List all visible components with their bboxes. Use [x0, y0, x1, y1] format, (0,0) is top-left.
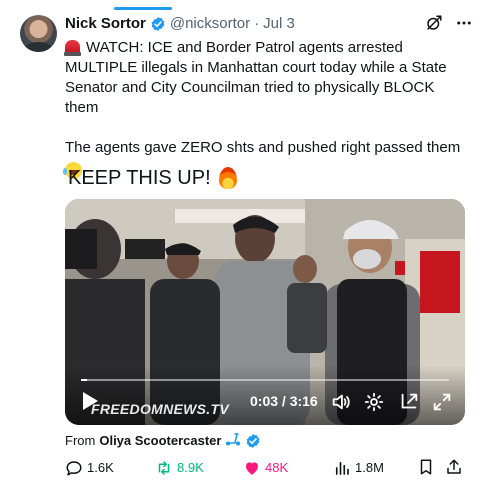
tweet-date[interactable]: Jul 3 [263, 14, 295, 34]
author-display-name[interactable]: Nick Sortor [65, 14, 146, 34]
tweet-header: Nick Sortor @nicksortor · Jul 3 [65, 14, 295, 34]
verified-badge-icon[interactable] [150, 16, 166, 32]
reply-count: 1.6K [87, 460, 114, 475]
heart-icon [246, 462, 258, 475]
settings-gear-icon[interactable] [363, 391, 385, 413]
views-button[interactable]: 1.8M [333, 458, 384, 478]
tweet-body: WATCH: ICE and Border Patrol agents arre… [63, 38, 470, 182]
retweet-button[interactable]: 8.9K [155, 458, 204, 478]
retweet-icon [158, 461, 170, 475]
header-actions [425, 14, 473, 32]
tweet[interactable]: Nick Sortor @nicksortor · Jul 3 WATCH: I… [0, 0, 495, 500]
volume-icon[interactable] [330, 391, 352, 413]
bookmark-icon [420, 459, 432, 475]
grok-icon[interactable] [425, 14, 443, 32]
tweet-text-line-2: The agents gave ZERO shts and pushed rig… [65, 139, 461, 156]
tab-indicator [114, 7, 172, 10]
bookmark-button[interactable] [417, 458, 435, 476]
video-watermark: FREEDOMNEWS.TV [91, 401, 229, 417]
reply-button[interactable]: 1.6K [65, 458, 114, 478]
video-attribution: From Oliya Scootercaster [65, 432, 261, 450]
tweet-text-line-3: KEEP THIS UP! [68, 167, 211, 189]
pop-out-icon[interactable] [398, 391, 420, 413]
siren-emoji-icon [64, 40, 81, 56]
source-verified-badge-icon[interactable] [245, 433, 261, 449]
tweet-text-paragraph-1: WATCH: ICE and Border Patrol agents arre… [64, 38, 470, 118]
video-player[interactable]: FREEDOMNEWS.TV 0:03 / 3:16 [65, 199, 465, 425]
tweet-text-keep-line: KEEP THIS UP! [68, 166, 237, 190]
separator-dot: · [254, 15, 260, 32]
like-count: 48K [265, 460, 289, 475]
views-icon [335, 461, 349, 475]
author-handle[interactable]: @nicksortor [170, 14, 250, 34]
more-horizontal-icon[interactable] [455, 14, 473, 32]
video-progress-bar[interactable] [81, 379, 449, 381]
views-count: 1.8M [355, 460, 384, 475]
avatar[interactable] [20, 15, 57, 52]
retweet-count: 8.9K [177, 460, 204, 475]
attribution-prefix: From [65, 433, 96, 448]
fire-emoji-icon [218, 167, 237, 189]
scooter-emoji-icon [225, 432, 241, 450]
tweet-text-line-1: WATCH: ICE and Border Patrol agents arre… [65, 39, 447, 116]
avatar-shirt [24, 42, 53, 52]
like-button[interactable]: 48K [243, 458, 288, 478]
video-time-display: 0:03 / 3:16 [250, 393, 318, 409]
reply-icon [66, 461, 82, 476]
fullscreen-icon[interactable] [431, 391, 453, 413]
attribution-source-name[interactable]: Oliya Scootercaster [99, 433, 221, 449]
engagement-bar: 1.6K 8.9K 48K 1.8M [65, 458, 465, 482]
share-icon [447, 459, 461, 474]
share-button[interactable] [445, 458, 463, 476]
video-progress-fill [81, 379, 87, 381]
